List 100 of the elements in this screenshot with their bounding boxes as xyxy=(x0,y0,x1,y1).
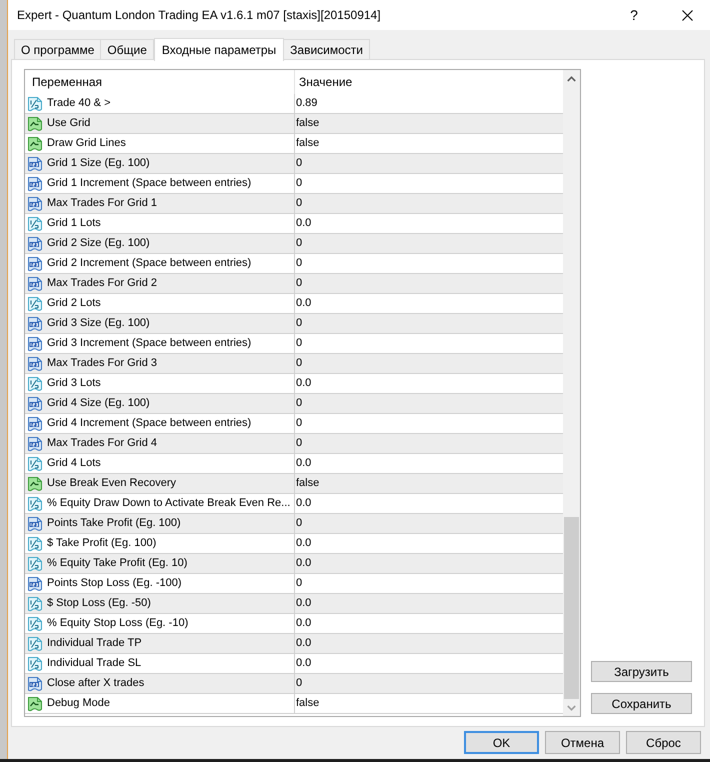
parameter-row[interactable]: Grid 3 Lots 0.0 xyxy=(25,374,563,394)
parameter-name: Grid 4 Lots xyxy=(47,456,101,472)
parameter-row[interactable]: Individual Trade TP 0.0 xyxy=(25,634,563,654)
number-document-icon xyxy=(27,336,43,352)
fraction-document-icon xyxy=(27,656,43,672)
parameter-name: Grid 1 Lots xyxy=(47,216,101,232)
number-document-icon xyxy=(27,276,43,292)
parameter-row[interactable]: Max Trades For Grid 1 0 xyxy=(25,194,563,214)
parameter-row[interactable]: Debug Mode false xyxy=(25,694,563,714)
parameter-name: $ Stop Loss (Eg. -50) xyxy=(47,596,151,612)
parameter-name: Grid 2 Size (Eg. 100) xyxy=(47,236,150,252)
tab[interactable]: Зависимости xyxy=(283,39,370,59)
dialog-button[interactable]: OK xyxy=(464,731,539,754)
parameter-value: 0 xyxy=(296,436,302,452)
parameter-value: 0 xyxy=(296,276,302,292)
parameter-value: 0 xyxy=(296,676,302,692)
dialog-button[interactable]: Сброс xyxy=(626,731,701,754)
parameter-value: 0 xyxy=(296,196,302,212)
parameter-value: false xyxy=(296,696,320,712)
number-document-icon xyxy=(27,236,43,252)
parameter-value: 0.0 xyxy=(296,496,312,512)
number-document-icon xyxy=(27,156,43,172)
parameter-row[interactable]: Grid 2 Increment (Space between entries) 0 xyxy=(25,254,563,274)
number-document-icon xyxy=(27,176,43,192)
parameter-value: 0.0 xyxy=(296,296,312,312)
parameter-value: 0.0 xyxy=(296,556,312,572)
parameter-row[interactable]: Max Trades For Grid 3 0 xyxy=(25,354,563,374)
parameter-row[interactable]: Use Grid false xyxy=(25,114,563,134)
side-button[interactable]: Загрузить xyxy=(591,661,692,682)
parameter-name: Max Trades For Grid 3 xyxy=(47,356,158,372)
number-document-icon xyxy=(27,416,43,432)
close-icon xyxy=(682,10,692,20)
parameter-row[interactable]: Grid 3 Increment (Space between entries) 0 xyxy=(25,334,563,354)
parameter-name: Use Break Even Recovery xyxy=(47,476,176,492)
fraction-document-icon xyxy=(27,636,43,652)
parameter-row[interactable]: Use Break Even Recovery false xyxy=(25,474,563,494)
parameter-name: Grid 3 Size (Eg. 100) xyxy=(47,316,150,332)
parameter-value: 0 xyxy=(296,396,302,412)
parameter-row[interactable]: Trade 40 & > 0.89 xyxy=(25,94,563,114)
parameter-row[interactable]: $ Take Profit (Eg. 100) 0.0 xyxy=(25,534,563,554)
parameter-value: 0 xyxy=(296,416,302,432)
parameter-value: 0.0 xyxy=(296,376,312,392)
fraction-document-icon xyxy=(27,556,43,572)
fraction-document-icon xyxy=(27,96,43,112)
column-header[interactable]: Переменная xyxy=(25,70,294,94)
fraction-document-icon xyxy=(27,216,43,232)
parameter-name: Grid 3 Lots xyxy=(47,376,101,392)
parameter-row[interactable]: Grid 4 Increment (Space between entries) 0 xyxy=(25,414,563,434)
parameter-name: Grid 4 Increment (Space between entries) xyxy=(47,416,252,432)
parameter-value: 0.0 xyxy=(296,536,312,552)
parameter-row[interactable]: Close after X trades 0 xyxy=(25,674,563,694)
parameter-value: 0 xyxy=(296,336,302,352)
dialog-button[interactable]: Отмена xyxy=(545,731,620,754)
number-document-icon xyxy=(27,396,43,412)
parameter-row[interactable]: Grid 1 Size (Eg. 100) 0 xyxy=(25,154,563,174)
parameter-name: Grid 3 Increment (Space between entries) xyxy=(47,336,252,352)
tab[interactable]: Общие xyxy=(100,39,154,59)
parameter-row[interactable]: Max Trades For Grid 4 0 xyxy=(25,434,563,454)
parameter-row[interactable]: % Equity Draw Down to Activate Break Even Re... 0.0 xyxy=(25,494,563,514)
parameter-row[interactable]: Points Take Profit (Eg. 100) 0 xyxy=(25,514,563,534)
parameter-name: Draw Grid Lines xyxy=(47,136,126,152)
parameter-value: 0 xyxy=(296,156,302,172)
window-title: Expert - Quantum London Trading EA v1.6.1 m07 [staxis][20150914] xyxy=(17,7,381,24)
parameter-row[interactable]: Grid 4 Size (Eg. 100) 0 xyxy=(25,394,563,414)
fraction-document-icon xyxy=(27,456,43,472)
parameter-row[interactable]: Max Trades For Grid 2 0 xyxy=(25,274,563,294)
parameter-row[interactable]: Grid 1 Lots 0.0 xyxy=(25,214,563,234)
fraction-document-icon xyxy=(27,496,43,512)
parameter-row[interactable]: Points Stop Loss (Eg. -100) 0 xyxy=(25,574,563,594)
parameter-row[interactable]: Grid 3 Size (Eg. 100) 0 xyxy=(25,314,563,334)
number-document-icon xyxy=(27,576,43,592)
parameter-row[interactable]: % Equity Take Profit (Eg. 10) 0.0 xyxy=(25,554,563,574)
parameter-name: Trade 40 & > xyxy=(47,96,110,112)
parameter-value: 0 xyxy=(296,176,302,192)
parameter-name: Grid 2 Lots xyxy=(47,296,101,312)
parameter-name: Grid 4 Size (Eg. 100) xyxy=(47,396,150,412)
parameter-value: 0.0 xyxy=(296,456,312,472)
parameter-row[interactable]: % Equity Stop Loss (Eg. -10) 0.0 xyxy=(25,614,563,634)
scrollbar-thumb[interactable] xyxy=(564,517,579,699)
help-button[interactable]: ? xyxy=(611,0,657,30)
number-document-icon xyxy=(27,356,43,372)
side-button[interactable]: Сохранить xyxy=(591,693,692,714)
parameter-row[interactable]: Grid 1 Increment (Space between entries) 0 xyxy=(25,174,563,194)
tab[interactable]: Входные параметры xyxy=(154,38,284,61)
fraction-document-icon xyxy=(27,296,43,312)
graph-document-icon xyxy=(27,696,43,712)
parameter-name: Individual Trade SL xyxy=(47,656,142,672)
parameter-row[interactable]: Grid 2 Size (Eg. 100) 0 xyxy=(25,234,563,254)
parameter-row[interactable]: Individual Trade SL 0.0 xyxy=(25,654,563,674)
parameter-name: Points Take Profit (Eg. 100) xyxy=(47,516,181,532)
fraction-document-icon xyxy=(27,376,43,392)
parameter-row[interactable]: Draw Grid Lines false xyxy=(25,134,563,154)
fraction-document-icon xyxy=(27,596,43,612)
tab[interactable]: О программе xyxy=(14,39,102,59)
parameter-value: false xyxy=(296,136,320,152)
parameter-name: Points Stop Loss (Eg. -100) xyxy=(47,576,182,592)
parameter-value: false xyxy=(296,116,320,132)
parameter-row[interactable]: Grid 4 Lots 0.0 xyxy=(25,454,563,474)
parameter-row[interactable]: Grid 2 Lots 0.0 xyxy=(25,294,563,314)
parameter-row[interactable]: $ Stop Loss (Eg. -50) 0.0 xyxy=(25,594,563,614)
